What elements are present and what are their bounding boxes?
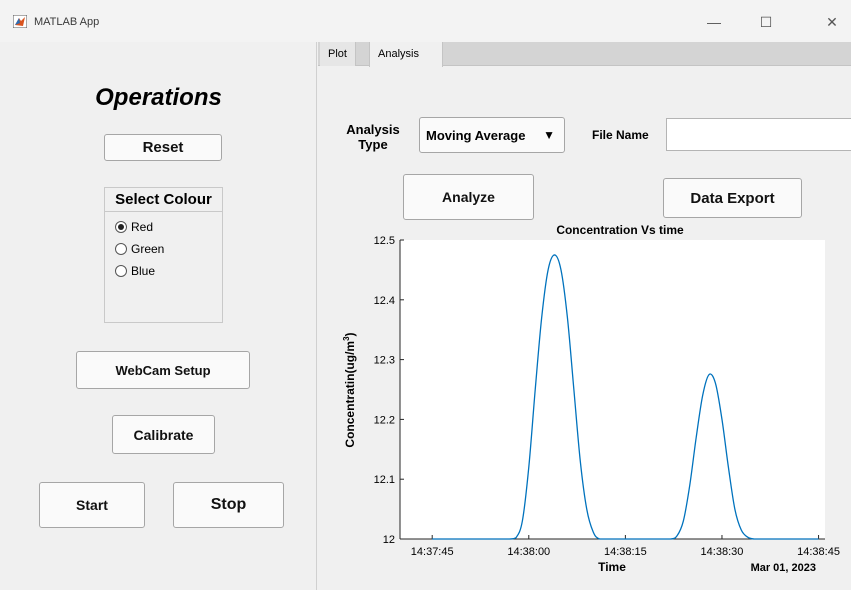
analysis-type-value: Moving Average	[426, 127, 526, 143]
y-tick-label: 12.3	[374, 355, 395, 367]
radio-blue-label: Blue	[131, 264, 156, 278]
radio-green[interactable]: Green	[115, 240, 164, 258]
start-button[interactable]: Start	[39, 482, 145, 528]
matlab-logo-icon	[13, 15, 27, 28]
analysis-type-label-line2: Type	[358, 137, 388, 152]
data-export-button[interactable]: Data Export	[663, 178, 802, 218]
operations-panel: Operations Reset Select Colour Red Green…	[0, 42, 317, 590]
radio-red-label: Red	[131, 220, 154, 234]
analysis-type-label-line1: Analysis	[346, 122, 400, 137]
radio-blue-indicator[interactable]	[115, 265, 127, 277]
x-tick-label: 14:37:45	[411, 546, 454, 558]
analysis-type-dropdown[interactable]: Moving Average ▼	[419, 117, 565, 153]
y-axis: 12 12.1 12.2 12.3 12.4 12.5	[374, 235, 404, 546]
x-tick-label: 14:38:15	[604, 546, 647, 558]
tab-plot[interactable]: Plot	[320, 42, 356, 66]
title-bar: MATLAB App — ☐ ✕	[0, 0, 851, 42]
tab-analysis[interactable]: Analysis	[369, 42, 443, 67]
stop-button[interactable]: Stop	[173, 482, 284, 528]
y-axis-label: Concentratin(ug/m3)	[342, 332, 357, 447]
radio-red-indicator[interactable]	[115, 221, 127, 233]
close-icon[interactable]: ✕	[822, 14, 842, 31]
minimize-icon[interactable]: —	[704, 14, 724, 30]
analysis-panel: Plot Analysis Analysis Type Moving Avera…	[318, 42, 851, 590]
select-colour-title: Select Colour	[105, 188, 222, 212]
y-tick-label: 12.4	[374, 295, 395, 307]
file-name-input[interactable]	[666, 118, 851, 151]
operations-heading: Operations	[95, 84, 222, 111]
x-tick-label: 14:38:00	[507, 546, 550, 558]
reset-button[interactable]: Reset	[104, 134, 222, 161]
x-tick-label: 14:38:30	[701, 546, 744, 558]
window-title: MATLAB App	[34, 16, 100, 28]
y-tick-label: 12	[383, 534, 395, 546]
y-axis-label-main: Concentratin(ug/m	[343, 341, 357, 448]
plot-area	[400, 240, 825, 539]
x-axis-label: Time	[598, 560, 626, 574]
radio-green-indicator[interactable]	[115, 243, 127, 255]
radio-red[interactable]: Red	[115, 218, 153, 236]
analyze-button[interactable]: Analyze	[403, 174, 534, 220]
analysis-type-label: Analysis Type	[340, 122, 406, 152]
maximize-icon[interactable]: ☐	[756, 14, 776, 31]
y-axis-label-close: )	[343, 332, 357, 336]
webcam-setup-button[interactable]: WebCam Setup	[76, 351, 250, 389]
radio-blue[interactable]: Blue	[115, 262, 155, 280]
x-tick-label: 14:38:45	[797, 546, 840, 558]
dropdown-arrow-icon[interactable]: ▼	[543, 128, 555, 142]
file-name-label: File Name	[592, 128, 649, 142]
select-colour-group: Select Colour Red Green Blue	[104, 187, 223, 323]
concentration-chart: Concentration Vs time 12 12.1 12.2 12.3 12.4…	[342, 223, 840, 574]
y-tick-label: 12.2	[374, 414, 395, 426]
date-label: Mar 01, 2023	[751, 562, 816, 574]
radio-green-label: Green	[131, 242, 165, 256]
tab-bar: Plot Analysis	[318, 42, 851, 67]
calibrate-button[interactable]: Calibrate	[112, 415, 215, 454]
chart-title: Concentration Vs time	[556, 223, 684, 237]
y-tick-label: 12.1	[374, 474, 395, 486]
y-tick-label: 12.5	[374, 235, 395, 247]
